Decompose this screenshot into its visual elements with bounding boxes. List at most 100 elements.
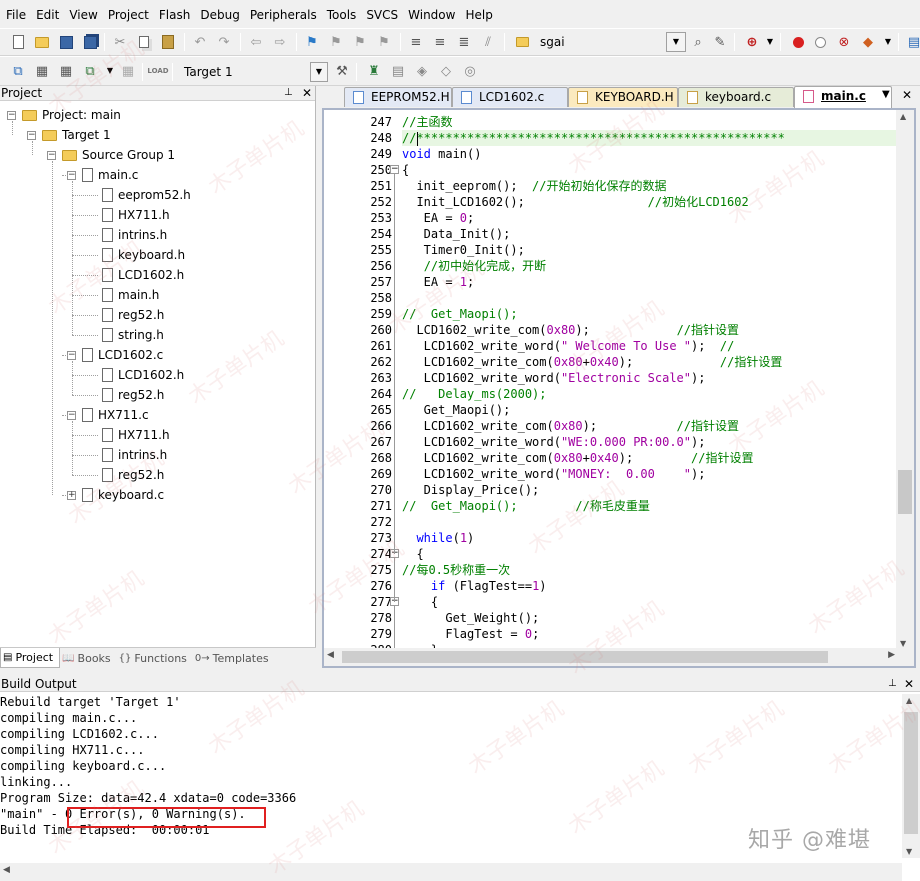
editor-vertical-scrollbar[interactable]: ▲ ▼ — [896, 110, 914, 650]
software-packs-icon[interactable]: ◎ — [460, 61, 480, 81]
fold-toggle-icon[interactable]: − — [390, 165, 399, 174]
horizontal-scroll-thumb[interactable] — [342, 651, 828, 663]
editor-tab-main-c[interactable]: main.c — [794, 86, 892, 108]
tree-header-file[interactable]: HX711.h — [102, 206, 170, 224]
debug-dropdown-icon[interactable]: ▼ — [760, 32, 780, 52]
tree-header-file[interactable]: LCD1602.h — [102, 366, 184, 384]
menu-window[interactable]: Window — [406, 8, 463, 22]
tree-project[interactable]: Project: main — [22, 106, 121, 124]
build-horizontal-scrollbar[interactable]: ◀ — [0, 863, 902, 881]
batch-dropdown-icon[interactable]: ▼ — [100, 61, 120, 81]
indent-icon[interactable]: ≡ — [406, 32, 426, 52]
tree-header-file[interactable]: reg52.h — [102, 306, 164, 324]
target-combo-dropdown[interactable]: ▼ — [310, 62, 328, 82]
build-scroll-down-icon[interactable]: ▼ — [906, 847, 912, 856]
bookmark-icon[interactable]: ⚑ — [302, 32, 322, 52]
tree-header-file[interactable]: eeprom52.h — [102, 186, 191, 204]
menu-tools[interactable]: Tools — [325, 8, 365, 22]
editor-tab-lcd1602-c[interactable]: LCD1602.c — [452, 87, 568, 107]
incremental-find-icon[interactable]: ✎ — [710, 32, 730, 52]
close-icon[interactable]: ✕ — [302, 86, 312, 100]
tree-file-0[interactable]: main.c — [82, 166, 138, 184]
tree-file-1-toggle-icon[interactable]: − — [67, 351, 76, 360]
find-icon[interactable]: ⌕ — [688, 32, 708, 52]
prev-bookmark-icon[interactable]: ⚑ — [326, 32, 346, 52]
manage-components-icon[interactable]: ♜ — [364, 61, 384, 81]
tree-header-file[interactable]: main.h — [102, 286, 159, 304]
build-close-icon[interactable]: ✕ — [904, 676, 914, 692]
cut-icon[interactable]: ✂ — [110, 32, 130, 52]
tree-file-1[interactable]: LCD1602.c — [82, 346, 163, 364]
pin-icon[interactable]: ⊥ — [284, 86, 293, 100]
batch-build-icon[interactable]: ⧉ — [80, 61, 100, 81]
build-vertical-scrollbar[interactable]: ▲ ▼ — [902, 694, 920, 858]
tree-header-file[interactable]: LCD1602.h — [102, 266, 184, 284]
search-combo-dropdown[interactable]: ▼ — [666, 32, 686, 52]
menu-help[interactable]: Help — [463, 8, 500, 22]
config-icon[interactable]: ◆ — [858, 32, 878, 52]
translate-icon[interactable]: ⧉ — [8, 61, 28, 81]
tree-project-toggle-icon[interactable]: − — [7, 111, 16, 120]
download-icon[interactable]: LOAD — [147, 61, 168, 81]
editor-tab-keyboard-c[interactable]: keyboard.c — [678, 87, 794, 107]
stop-build-icon[interactable]: ▦ — [118, 61, 138, 81]
tree-file-3[interactable]: keyboard.c — [82, 486, 164, 504]
pack-installer-icon[interactable]: ◈ — [412, 61, 432, 81]
menu-project[interactable]: Project — [106, 8, 157, 22]
breakpoint-icon[interactable] — [788, 32, 808, 52]
tree-target-toggle-icon[interactable]: − — [27, 131, 36, 140]
tab-project[interactable]: ▤ Project — [0, 648, 61, 668]
tree-header-file[interactable]: reg52.h — [102, 466, 164, 484]
menu-flash[interactable]: Flash — [157, 8, 198, 22]
tab-templates[interactable]: 0→ Templates — [193, 648, 275, 668]
tree-header-file[interactable]: keyboard.h — [102, 246, 185, 264]
menu-peripherals[interactable]: Peripherals — [248, 8, 325, 22]
tree-header-file[interactable]: reg52.h — [102, 386, 164, 404]
new-file-icon[interactable] — [8, 32, 28, 52]
code-area[interactable]: 247 248 249 250 251 252 253 254 255 256 257 258 259 2… — [322, 108, 916, 668]
menu-svcs[interactable]: SVCS — [364, 8, 406, 22]
target-options-icon[interactable]: ⚒ — [332, 61, 352, 81]
tab-dropdown-icon[interactable]: ▼ — [882, 89, 890, 100]
vertical-scroll-thumb[interactable] — [898, 470, 912, 514]
tree-header-file[interactable]: string.h — [102, 326, 164, 344]
tree-header-file[interactable]: intrins.h — [102, 226, 167, 244]
editor-horizontal-scrollbar[interactable]: ◀ ▶ — [324, 648, 898, 666]
tree-file-2-toggle-icon[interactable]: − — [67, 411, 76, 420]
nav-back-icon[interactable]: ⇦ — [246, 32, 266, 52]
paste-icon[interactable] — [158, 32, 178, 52]
editor-tab-eeprom52-h[interactable]: EEPROM52.H — [344, 87, 452, 107]
clear-bookmarks-icon[interactable]: ⚑ — [374, 32, 394, 52]
menu-edit[interactable]: Edit — [34, 8, 67, 22]
tree-header-file[interactable]: intrins.h — [102, 446, 167, 464]
scroll-down-icon[interactable]: ▼ — [900, 639, 906, 648]
tab-functions[interactable]: {} Functions — [117, 648, 193, 668]
find-in-files-icon[interactable] — [512, 32, 532, 52]
scroll-right-icon[interactable]: ▶ — [888, 650, 895, 660]
tree-source-group-toggle-icon[interactable]: − — [47, 151, 56, 160]
unindent-icon[interactable]: ≡ — [430, 32, 450, 52]
tree-header-file[interactable]: HX711.h — [102, 426, 170, 444]
next-bookmark-icon[interactable]: ⚑ — [350, 32, 370, 52]
tree-file-2[interactable]: HX711.c — [82, 406, 149, 424]
comment-icon[interactable]: ≣ — [454, 32, 474, 52]
tree-file-0-toggle-icon[interactable]: − — [67, 171, 76, 180]
menu-view[interactable]: View — [67, 8, 105, 22]
debug-session-icon[interactable]: ⊕ — [742, 32, 762, 52]
select-packs-icon[interactable]: ▤ — [388, 61, 408, 81]
copy-icon[interactable] — [134, 32, 154, 52]
window-layout-icon[interactable]: ▤ — [904, 32, 920, 52]
scroll-left-icon[interactable]: ◀ — [327, 650, 334, 660]
build-pin-icon[interactable]: ⊥ — [888, 676, 897, 692]
editor-close-icon[interactable]: ✕ — [902, 88, 912, 102]
build-icon[interactable]: ▦ — [32, 61, 52, 81]
editor-tab-keyboard-h[interactable]: KEYBOARD.H — [568, 87, 678, 107]
save-all-icon[interactable] — [80, 32, 100, 52]
undo-icon[interactable]: ↶ — [190, 32, 210, 52]
build-scroll-up-icon[interactable]: ▲ — [906, 696, 912, 705]
menu-file[interactable]: File — [4, 8, 34, 22]
save-icon[interactable] — [56, 32, 76, 52]
uncomment-icon[interactable]: ⫽ — [478, 32, 498, 52]
run-time-env-icon[interactable]: ◇ — [436, 61, 456, 81]
disable-breakpoint-icon[interactable] — [810, 32, 830, 52]
